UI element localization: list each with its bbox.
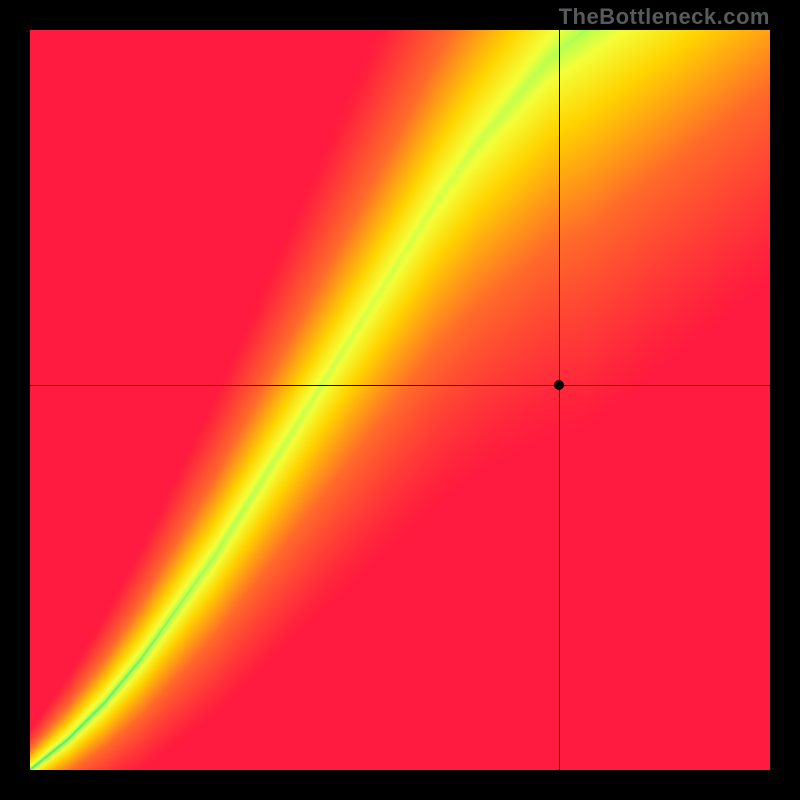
crosshair-vertical [559,30,560,770]
chart-container: TheBottleneck.com [0,0,800,800]
plot-area [30,30,770,770]
watermark-text: TheBottleneck.com [559,4,770,30]
crosshair-horizontal [30,385,770,386]
marker-dot [554,380,564,390]
heatmap-canvas [30,30,770,770]
